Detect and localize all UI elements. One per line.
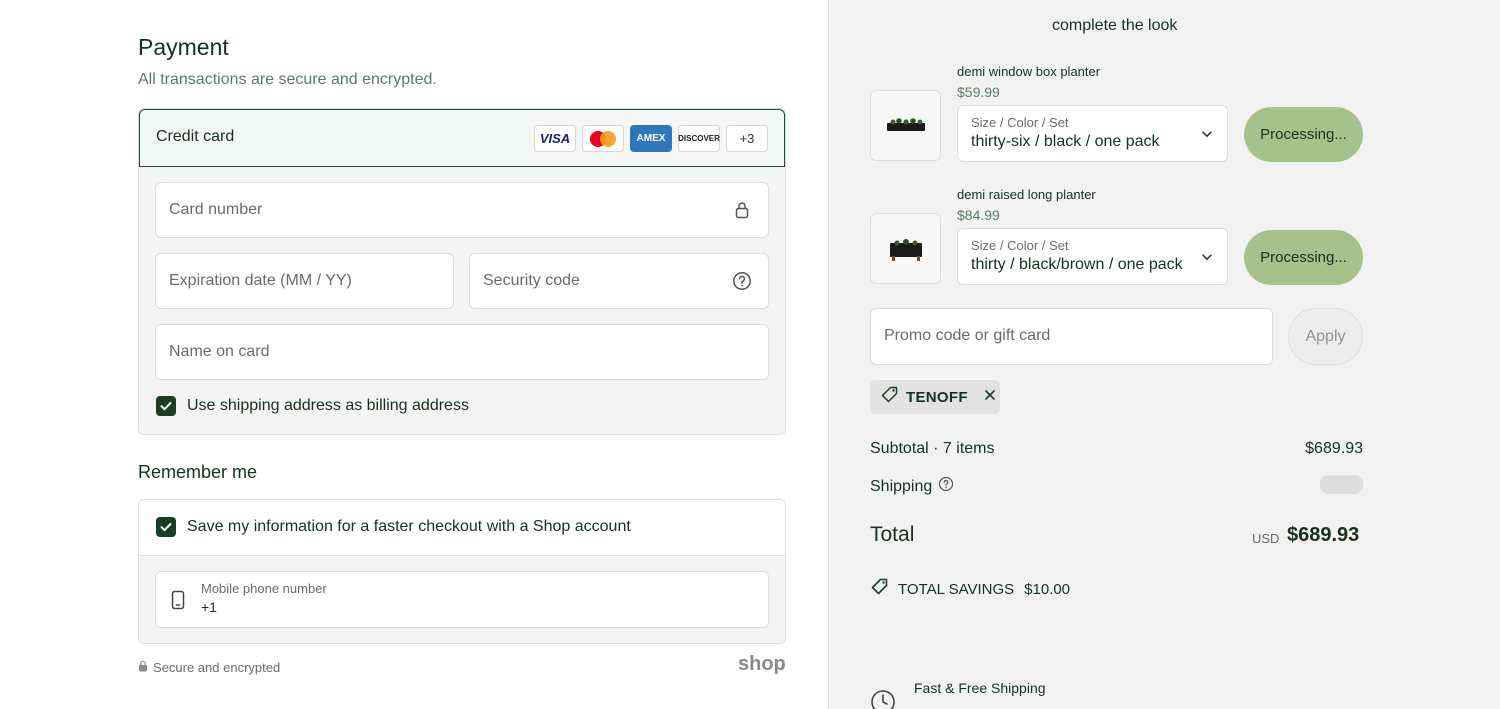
variant-select-value: thirty / black/brown / one pack xyxy=(971,256,1183,273)
planter-image-icon xyxy=(889,238,922,261)
payment-title: Payment xyxy=(138,34,229,60)
discount-chip: TENOFF xyxy=(870,380,1000,414)
remember-me-box: Save my information for a faster checkou… xyxy=(138,499,786,644)
remove-discount-close-icon[interactable] xyxy=(984,388,996,406)
variant-select[interactable]: Size / Color / Set thirty / black/brown … xyxy=(957,228,1228,285)
fast-shipping-row: Fast & Free Shipping xyxy=(870,678,1046,709)
billing-checkbox[interactable] xyxy=(156,396,176,416)
chevron-down-icon xyxy=(1201,250,1213,268)
mobile-phone-field[interactable]: Mobile phone number +1 xyxy=(155,571,769,628)
shop-logo: shop xyxy=(738,653,786,675)
lock-icon xyxy=(732,200,752,220)
name-on-card-placeholder: Name on card xyxy=(169,343,270,360)
discover-logo-icon: DISCOVER xyxy=(678,125,720,152)
card-number-field[interactable]: Card number xyxy=(155,182,769,238)
variant-select-label: Size / Color / Set xyxy=(971,115,1069,130)
tag-icon xyxy=(880,385,900,410)
variant-select-label: Size / Color / Set xyxy=(971,238,1069,253)
save-info-row: Save my information for a faster checkou… xyxy=(139,500,785,556)
promo-code-placeholder: Promo code or gift card xyxy=(884,327,1051,344)
apply-button[interactable]: Apply xyxy=(1288,308,1363,365)
phone-value: +1 xyxy=(201,599,217,615)
credit-card-box: Credit card VISA AMEX DISCOVER +3 Card n… xyxy=(138,108,786,435)
savings-tag-icon xyxy=(870,577,890,601)
phone-icon xyxy=(170,590,186,615)
secure-encrypted-note: Secure and encrypted xyxy=(138,660,280,675)
subtotal-value: $689.93 xyxy=(1305,440,1363,457)
shipping-row: Shipping xyxy=(870,476,954,497)
add-product-button[interactable]: Processing... xyxy=(1244,230,1363,285)
security-code-placeholder: Security code xyxy=(483,272,580,289)
small-lock-icon xyxy=(138,660,148,675)
credit-card-label: Credit card xyxy=(156,128,235,145)
total-value: $689.93 xyxy=(1287,524,1360,546)
billing-checkbox-label: Use shipping address as billing address xyxy=(187,397,469,414)
fast-shipping-label: Fast & Free Shipping xyxy=(914,680,1046,696)
subtotal-label: Subtotal · 7 items xyxy=(870,440,995,457)
amex-logo-icon: AMEX xyxy=(630,125,672,152)
phone-label: Mobile phone number xyxy=(201,581,327,596)
mastercard-logo-icon xyxy=(582,125,624,152)
name-on-card-field[interactable]: Name on card xyxy=(155,324,769,380)
more-cards-badge[interactable]: +3 xyxy=(726,125,768,152)
product-thumbnail xyxy=(870,213,941,284)
savings-value: $10.00 xyxy=(1024,580,1071,598)
shipping-label: Shipping xyxy=(870,477,933,495)
shipping-loading-placeholder xyxy=(1320,475,1363,494)
phone-row: Mobile phone number +1 xyxy=(139,556,785,643)
expiration-placeholder: Expiration date (MM / YY) xyxy=(169,272,352,289)
savings-label: TOTAL SAVINGS xyxy=(898,580,1015,598)
product-name: demi window box planter xyxy=(957,64,1101,79)
security-code-field[interactable]: Security code xyxy=(469,253,769,309)
credit-card-option[interactable]: Credit card VISA AMEX DISCOVER +3 xyxy=(139,109,785,167)
product-price: $59.99 xyxy=(957,84,1000,100)
total-currency: USD xyxy=(1252,531,1280,546)
save-info-label: Save my information for a faster checkou… xyxy=(187,518,631,535)
variant-select-value: thirty-six / black / one pack xyxy=(971,133,1160,150)
card-logos: VISA AMEX DISCOVER +3 xyxy=(534,125,768,152)
complete-the-look-title: complete the look xyxy=(1052,17,1178,34)
payment-subtitle: All transactions are secure and encrypte… xyxy=(138,71,437,88)
save-info-checkbox[interactable] xyxy=(156,517,176,537)
payment-panel: Payment All transactions are secure and … xyxy=(0,0,828,709)
product-thumbnail xyxy=(870,90,941,161)
chevron-down-icon xyxy=(1201,127,1213,145)
product-name: demi raised long planter xyxy=(957,187,1096,202)
visa-logo-icon: VISA xyxy=(534,125,576,152)
shipping-help-icon[interactable] xyxy=(938,476,954,497)
total-label: Total xyxy=(870,523,915,546)
total-savings-row: TOTAL SAVINGS $10.00 xyxy=(870,577,1070,601)
help-icon[interactable] xyxy=(732,271,752,291)
variant-select[interactable]: Size / Color / Set thirty-six / black / … xyxy=(957,105,1228,162)
discount-code: TENOFF xyxy=(906,388,968,406)
add-product-button[interactable]: Processing... xyxy=(1244,107,1363,162)
clock-icon xyxy=(870,678,896,709)
secure-text: Secure and encrypted xyxy=(153,660,281,675)
promo-code-input[interactable]: Promo code or gift card xyxy=(870,308,1273,365)
product-price: $84.99 xyxy=(957,207,1000,223)
billing-address-checkbox-row[interactable]: Use shipping address as billing address xyxy=(156,396,469,416)
planter-image-icon xyxy=(886,117,925,131)
expiration-date-field[interactable]: Expiration date (MM / YY) xyxy=(155,253,454,309)
card-number-placeholder: Card number xyxy=(169,201,263,218)
remember-me-title: Remember me xyxy=(138,462,258,482)
save-info-checkbox-row[interactable]: Save my information for a faster checkou… xyxy=(156,517,631,537)
